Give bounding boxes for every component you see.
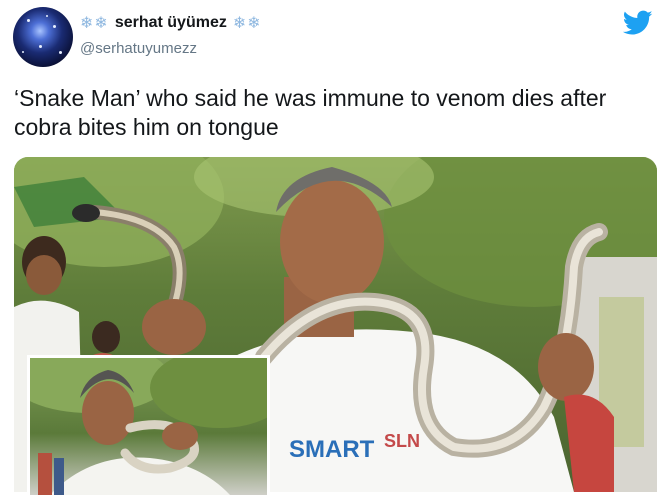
snowflake-icon: ❄❄ [232, 15, 262, 32]
twitter-bird-icon[interactable] [623, 10, 653, 36]
user-handle[interactable]: @serhatuyumezz [80, 40, 197, 57]
snowflake-icon: ❄❄ [80, 15, 109, 32]
tweet-text: ‘Snake Man’ who said he was immune to ve… [14, 85, 607, 140]
inset-scene [30, 358, 267, 495]
display-name[interactable]: serhat üyümez [115, 14, 227, 32]
inset-photo[interactable] [27, 355, 270, 498]
tweet-card: ❄❄ serhat üyümez ❄❄ @serhatuyumezz ‘Snak… [0, 0, 671, 498]
avatar[interactable] [13, 7, 73, 67]
shirt-logo-text: SMART [289, 436, 375, 463]
shirt-logo-text-2: SLN [384, 431, 420, 451]
display-name-row[interactable]: ❄❄ serhat üyümez ❄❄ [80, 12, 262, 34]
